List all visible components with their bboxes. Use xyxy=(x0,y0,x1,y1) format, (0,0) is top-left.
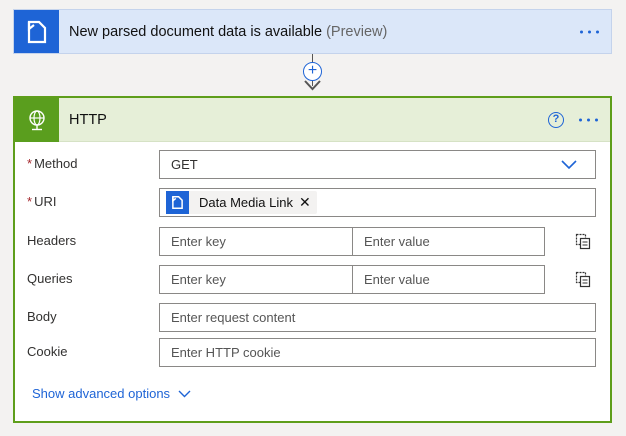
queries-key-input[interactable]: Enter key xyxy=(159,265,353,294)
http-action-card: HTTP ? * Method GET * URI Data Media Lin… xyxy=(13,96,612,423)
method-row: * Method GET xyxy=(27,150,596,179)
queries-row: Queries Enter key Enter value xyxy=(27,265,596,294)
chevron-down-icon xyxy=(178,390,191,397)
headers-label: Headers xyxy=(27,233,77,248)
http-more-menu-icon[interactable] xyxy=(575,114,602,125)
document-link-icon xyxy=(14,10,59,53)
http-card-header[interactable]: HTTP ? xyxy=(15,97,610,142)
chevron-down-icon xyxy=(561,160,577,170)
headers-key-input[interactable]: Enter key xyxy=(159,227,353,256)
show-advanced-options-link[interactable]: Show advanced options xyxy=(32,386,191,401)
method-dropdown[interactable]: GET xyxy=(159,150,596,179)
switch-to-text-mode-icon[interactable] xyxy=(575,271,592,288)
body-row: Body Enter request content xyxy=(27,303,596,332)
uri-label: * URI xyxy=(27,194,57,209)
method-value: GET xyxy=(171,157,198,172)
globe-icon xyxy=(15,97,59,142)
token-label: Data Media Link xyxy=(199,195,293,210)
headers-value-input[interactable]: Enter value xyxy=(352,227,545,256)
body-placeholder: Enter request content xyxy=(171,310,296,325)
trigger-more-menu-icon[interactable] xyxy=(576,26,603,37)
arrow-down-icon xyxy=(304,80,321,91)
uri-row: * URI Data Media Link ✕ xyxy=(27,188,596,217)
token-remove-icon[interactable]: ✕ xyxy=(299,194,311,211)
insert-step-button[interactable]: + xyxy=(303,62,322,81)
http-card-title: HTTP xyxy=(69,111,107,128)
body-input[interactable]: Enter request content xyxy=(159,303,596,332)
queries-value-input[interactable]: Enter value xyxy=(352,265,545,294)
method-label: * Method xyxy=(27,156,78,171)
cookie-label: Cookie xyxy=(27,344,68,359)
cookie-placeholder: Enter HTTP cookie xyxy=(171,345,281,360)
document-link-icon xyxy=(166,191,189,214)
uri-field[interactable]: Data Media Link ✕ xyxy=(159,188,596,217)
cookie-input[interactable]: Enter HTTP cookie xyxy=(159,338,596,367)
help-icon[interactable]: ? xyxy=(548,112,564,128)
queries-label: Queries xyxy=(27,271,73,286)
switch-to-text-mode-icon[interactable] xyxy=(575,233,592,250)
headers-row: Headers Enter key Enter value xyxy=(27,227,596,256)
trigger-card[interactable]: New parsed document data is available (Pr… xyxy=(13,9,612,54)
body-label: Body xyxy=(27,309,57,324)
cookie-row: Cookie Enter HTTP cookie xyxy=(27,338,596,367)
preview-label: (Preview) xyxy=(326,23,388,40)
trigger-title: New parsed document data is available (Pr… xyxy=(69,23,388,40)
dynamic-content-token[interactable]: Data Media Link ✕ xyxy=(166,191,317,214)
